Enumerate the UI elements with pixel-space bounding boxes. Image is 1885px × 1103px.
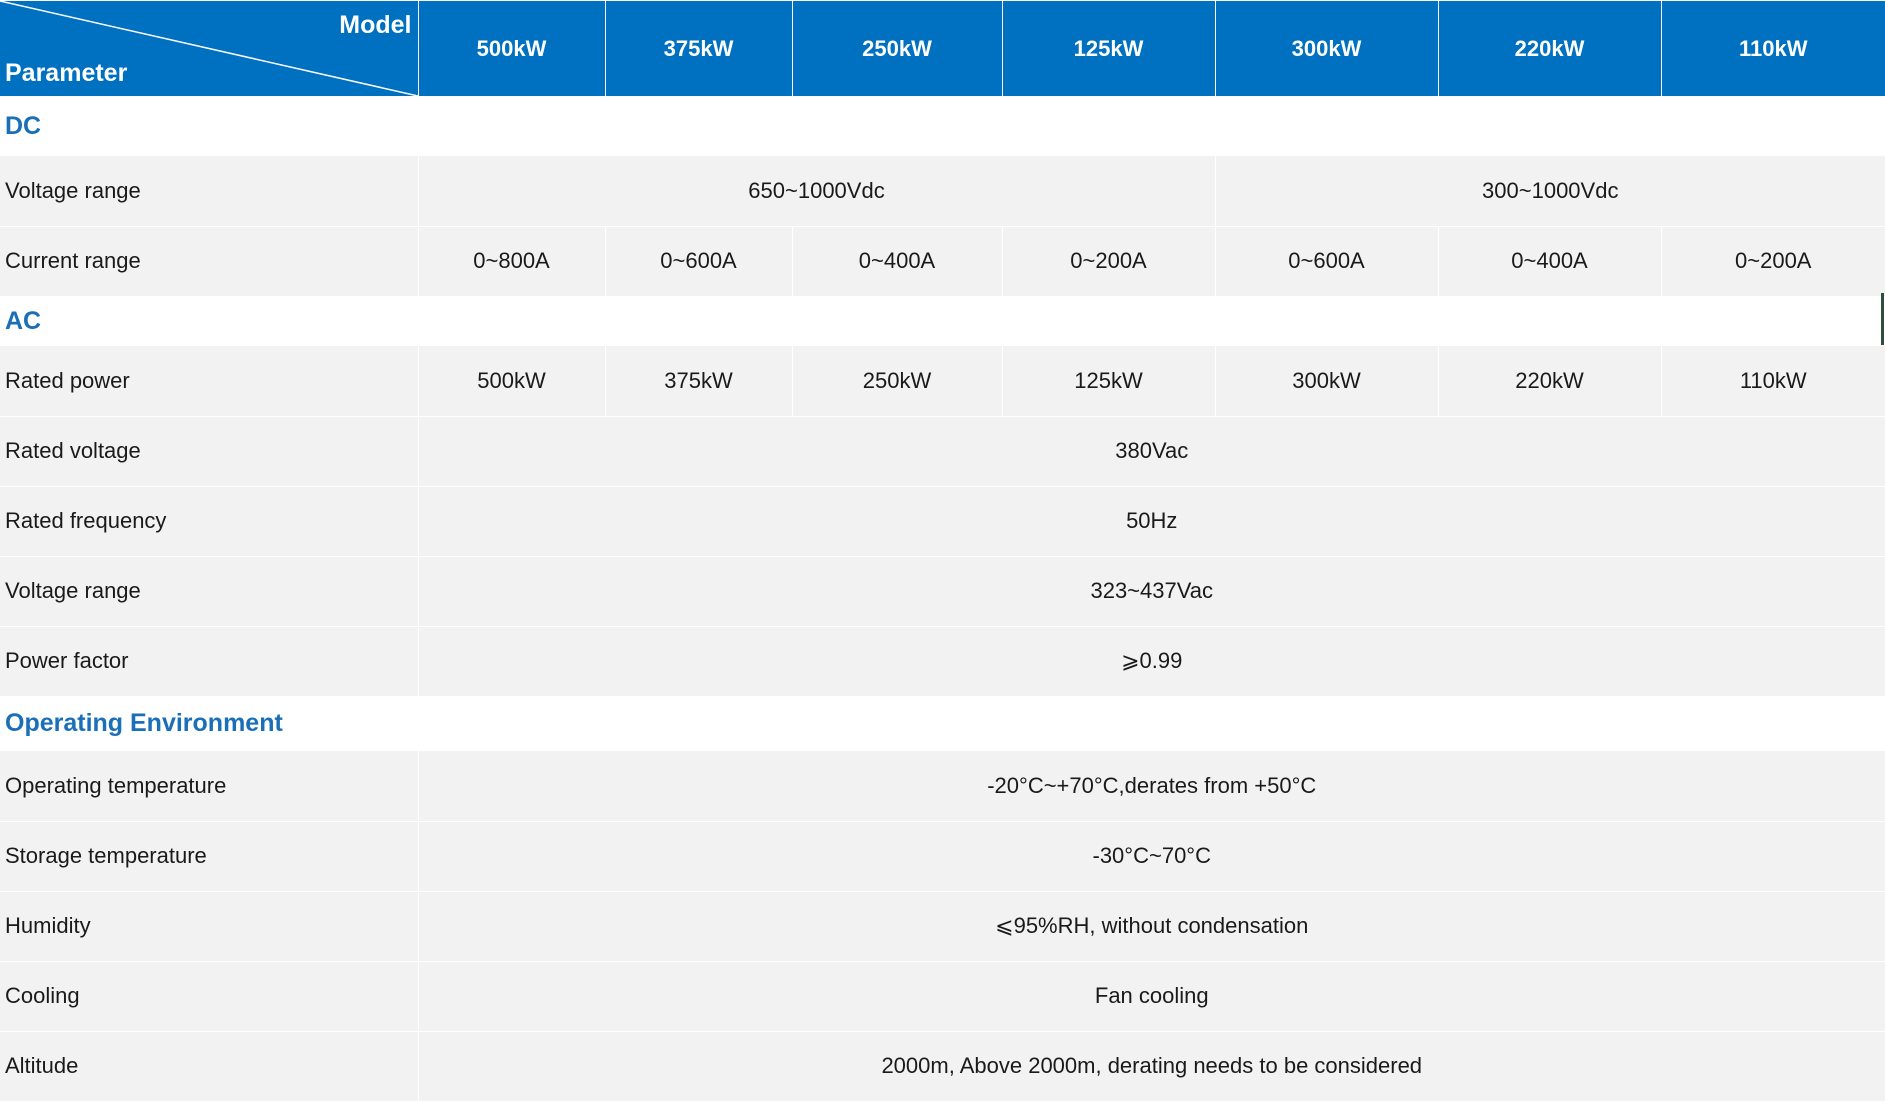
param-label: Operating temperature — [0, 751, 418, 822]
table-row: Power factor ⩾0.99 — [0, 626, 1885, 697]
table-header-row: Model Parameter 500kW 375kW 250kW 125kW … — [0, 1, 1885, 96]
table-row: Humidity ⩽95%RH, without condensation — [0, 891, 1885, 962]
value-cell: 110kW — [1660, 346, 1885, 417]
param-label: Humidity — [0, 891, 418, 962]
model-header-cell: 110kW — [1660, 1, 1885, 96]
table-row: Altitude 2000m, Above 2000m, derating ne… — [0, 1031, 1885, 1102]
value-cell: 220kW — [1437, 346, 1661, 417]
value-cell: 0~600A — [604, 226, 792, 297]
value-cell: 500kW — [417, 346, 605, 417]
table-row: Voltage range 323~437Vac — [0, 556, 1885, 627]
model-header-cell: 500kW — [417, 1, 605, 96]
section-title-ac: AC — [0, 296, 1885, 346]
scrollbar-edge-marker — [1881, 293, 1884, 345]
corner-model-label: Model — [339, 11, 412, 39]
value-cell: 0~200A — [1660, 226, 1885, 297]
section-title-operating-environment: Operating Environment — [0, 696, 1885, 751]
section-row-ac: AC — [0, 296, 1885, 346]
table-row: Rated power 500kW 375kW 250kW 125kW 300k… — [0, 346, 1885, 417]
value-cell: 300kW — [1214, 346, 1438, 417]
table-row: Current range 0~800A 0~600A 0~400A 0~200… — [0, 226, 1885, 297]
param-label: Altitude — [0, 1031, 418, 1102]
value-cell: 0~600A — [1214, 226, 1438, 297]
value-cell: ⩾0.99 — [417, 626, 1885, 697]
param-label: Rated voltage — [0, 416, 418, 487]
section-row-operating-environment: Operating Environment — [0, 696, 1885, 751]
param-label: Rated frequency — [0, 486, 418, 557]
model-header-cell: 300kW — [1214, 1, 1438, 96]
model-header-cell: 375kW — [604, 1, 792, 96]
corner-header-cell: Model Parameter — [0, 1, 418, 96]
param-label: Voltage range — [0, 156, 418, 227]
value-cell: 250kW — [791, 346, 1002, 417]
value-cell: 323~437Vac — [417, 556, 1885, 627]
value-cell: ⩽95%RH, without condensation — [417, 891, 1885, 962]
section-row-dc: DC — [0, 96, 1885, 156]
param-label: Cooling — [0, 961, 418, 1032]
value-cell: 375kW — [604, 346, 792, 417]
table-row: Voltage range 650~1000Vdc 300~1000Vdc — [0, 156, 1885, 227]
value-cell: 2000m, Above 2000m, derating needs to be… — [417, 1031, 1885, 1102]
param-label: Power factor — [0, 626, 418, 697]
spec-table: Model Parameter 500kW 375kW 250kW 125kW … — [0, 1, 1885, 1102]
model-header-cell: 220kW — [1437, 1, 1661, 96]
value-cell: 0~400A — [791, 226, 1002, 297]
value-cell: 0~200A — [1001, 226, 1215, 297]
param-label: Rated power — [0, 346, 418, 417]
model-header-cell: 125kW — [1001, 1, 1215, 96]
table-row: Cooling Fan cooling — [0, 961, 1885, 1032]
table-row: Operating temperature -20°C~+70°C,derate… — [0, 751, 1885, 822]
value-cell: -30°C~70°C — [417, 821, 1885, 892]
value-cell: 300~1000Vdc — [1214, 156, 1885, 227]
param-label: Storage temperature — [0, 821, 418, 892]
corner-parameter-label: Parameter — [5, 59, 128, 87]
value-cell: 125kW — [1001, 346, 1215, 417]
value-cell: 50Hz — [417, 486, 1885, 557]
value-cell: -20°C~+70°C,derates from +50°C — [417, 751, 1885, 822]
table-row: Rated frequency 50Hz — [0, 486, 1885, 557]
param-label: Voltage range — [0, 556, 418, 627]
value-cell: 650~1000Vdc — [417, 156, 1215, 227]
value-cell: 380Vac — [417, 416, 1885, 487]
model-header-cell: 250kW — [791, 1, 1002, 96]
table-row: Rated voltage 380Vac — [0, 416, 1885, 487]
value-cell: 0~400A — [1437, 226, 1661, 297]
value-cell: Fan cooling — [417, 961, 1885, 1032]
param-label: Current range — [0, 226, 418, 297]
value-cell: 0~800A — [417, 226, 605, 297]
section-title-dc: DC — [0, 96, 1885, 156]
table-row: Storage temperature -30°C~70°C — [0, 821, 1885, 892]
